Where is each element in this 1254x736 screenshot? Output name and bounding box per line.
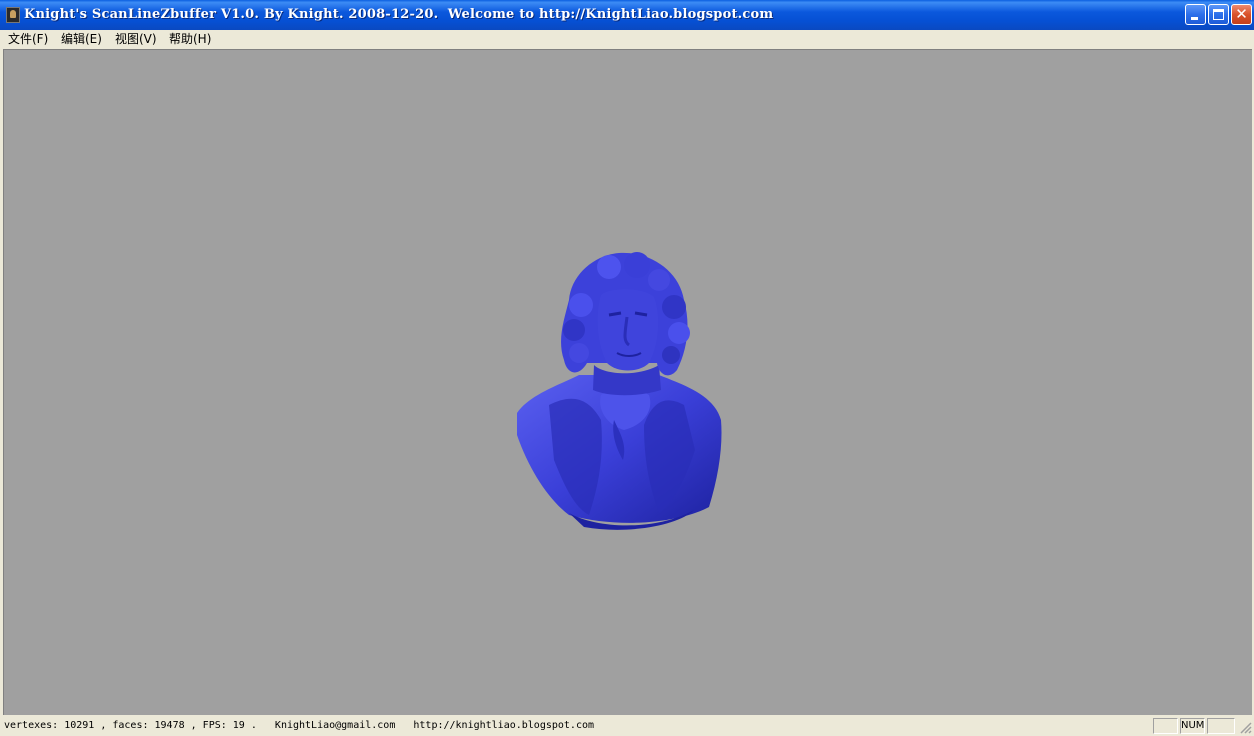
- title-bar[interactable]: Knight's ScanLineZbuffer V1.0. By Knight…: [0, 0, 1254, 30]
- render-viewport[interactable]: [3, 49, 1252, 715]
- menu-file[interactable]: 文件(F): [8, 31, 48, 47]
- maximize-button[interactable]: [1208, 4, 1229, 25]
- status-bar: vertexes: 10291 , faces: 19478 , FPS: 19…: [0, 716, 1254, 736]
- minimize-icon: [1191, 17, 1198, 20]
- resize-grip-icon[interactable]: [1238, 720, 1252, 734]
- status-pane-caps: [1153, 718, 1178, 734]
- app-icon[interactable]: [6, 7, 20, 23]
- status-pane-num: NUM: [1180, 718, 1205, 734]
- close-button[interactable]: ✕: [1231, 4, 1252, 25]
- menu-edit[interactable]: 编辑(E): [61, 31, 102, 47]
- minimize-button[interactable]: [1185, 4, 1206, 25]
- menu-view[interactable]: 视图(V): [115, 31, 157, 47]
- window-title: Knight's ScanLineZbuffer V1.0. By Knight…: [24, 7, 774, 22]
- status-text: vertexes: 10291 , faces: 19478 , FPS: 19…: [4, 720, 595, 731]
- bust-model: [517, 252, 722, 530]
- app-window: Knight's ScanLineZbuffer V1.0. By Knight…: [0, 0, 1254, 736]
- menu-bar: 文件(F) 编辑(E) 视图(V) 帮助(H): [0, 30, 1254, 48]
- close-icon: ✕: [1235, 5, 1248, 23]
- menu-help[interactable]: 帮助(H): [169, 31, 211, 47]
- status-pane-scroll: [1207, 718, 1235, 734]
- maximize-icon: [1213, 9, 1224, 20]
